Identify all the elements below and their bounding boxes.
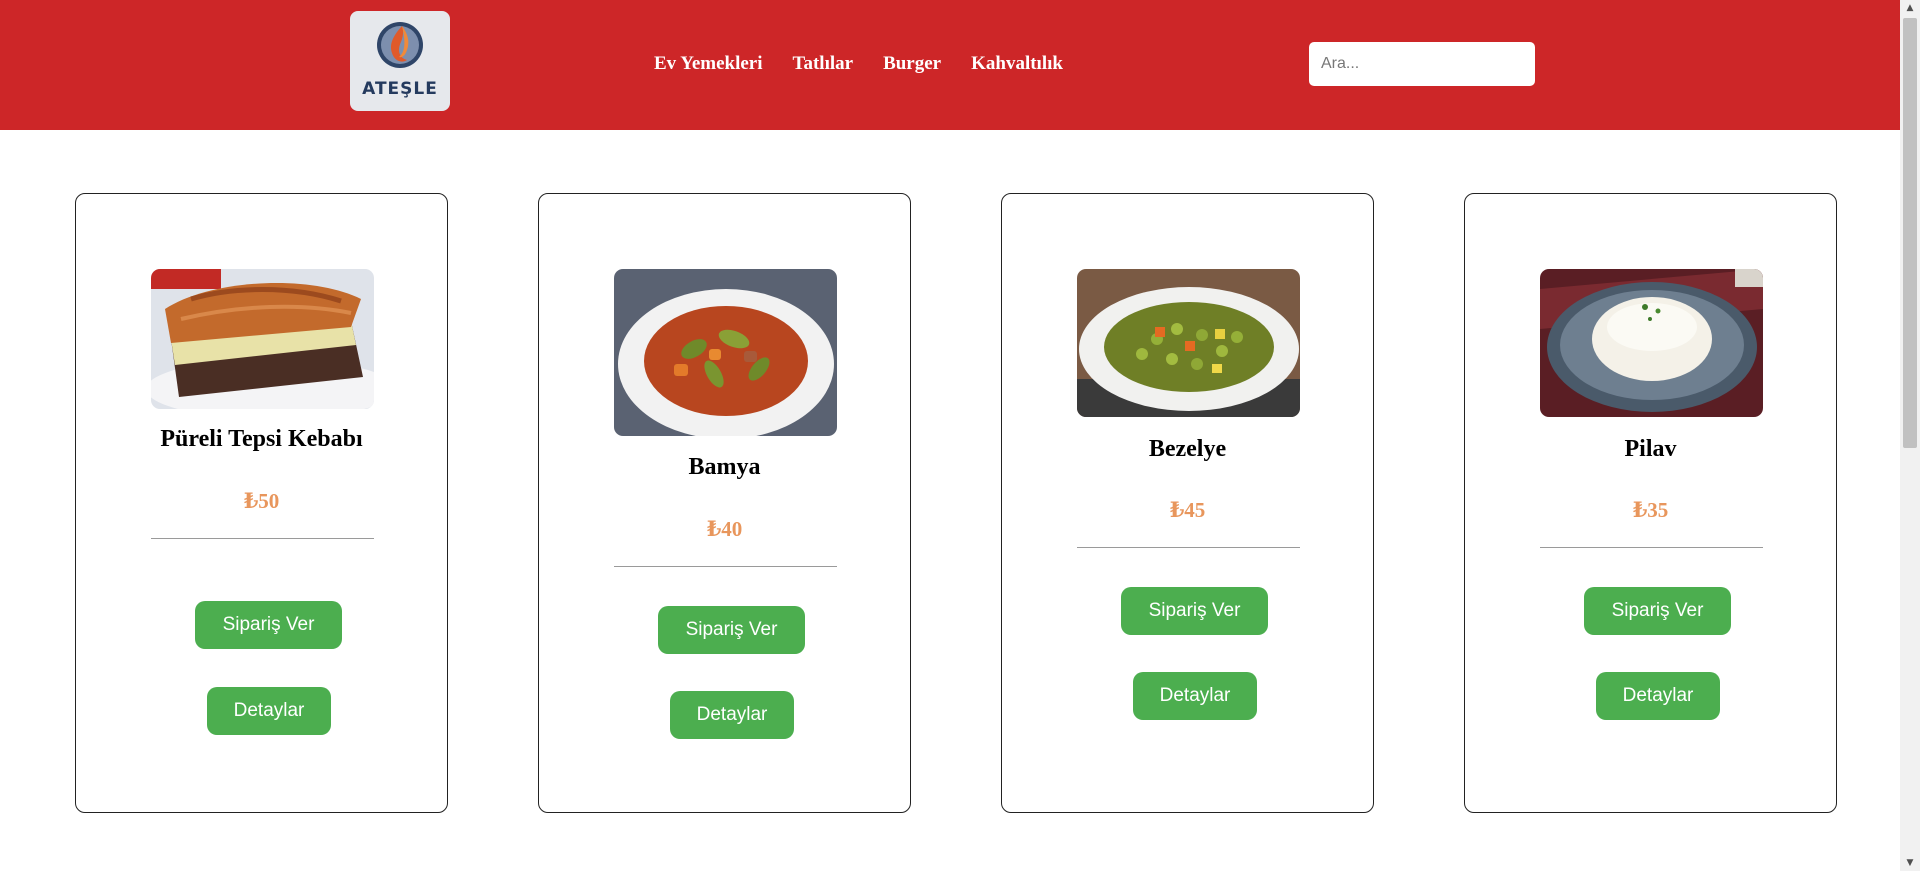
divider (614, 566, 837, 567)
product-image[interactable] (614, 269, 837, 436)
product-name: Bamya (688, 454, 761, 480)
order-button[interactable]: Sipariş Ver (1584, 587, 1731, 635)
scrollbar-thumb[interactable] (1903, 18, 1917, 448)
order-button[interactable]: Sipariş Ver (1121, 587, 1268, 635)
details-button[interactable]: Detaylar (1596, 672, 1720, 720)
order-button[interactable]: Sipariş Ver (195, 601, 342, 649)
product-name: Bezelye (1148, 436, 1227, 462)
page: ATEŞLE Ev Yemekleri Tatlılar Burger Kahv… (0, 0, 1900, 871)
main-nav: Ev Yemekleri Tatlılar Burger Kahvaltılık (654, 52, 1063, 76)
brand-name: ATEŞLE (362, 79, 438, 99)
pilav-photo (1540, 269, 1763, 417)
product-name: Pilav (1624, 436, 1677, 462)
nav-item-ev-yemekleri[interactable]: Ev Yemekleri (654, 52, 763, 76)
vertical-scrollbar[interactable]: ▲ ▼ (1900, 0, 1920, 871)
nav-item-tatlilar[interactable]: Tatlılar (793, 52, 854, 76)
divider (1077, 547, 1300, 548)
product-image[interactable] (1540, 269, 1763, 417)
flame-logo-icon (377, 22, 423, 68)
scroll-down-arrow-icon[interactable]: ▼ (1900, 855, 1920, 871)
product-card: Püreli Tepsi Kebabı ₺50 Sipariş Ver Deta… (75, 193, 448, 813)
pureli-tepsi-kebabi-photo (151, 269, 374, 409)
site-header: ATEŞLE Ev Yemekleri Tatlılar Burger Kahv… (0, 0, 1900, 130)
product-price: ₺45 (1169, 498, 1206, 522)
product-image[interactable] (151, 269, 374, 409)
product-price: ₺40 (706, 517, 743, 541)
product-card: Pilav ₺35 Sipariş Ver Detaylar (1464, 193, 1837, 813)
bezelye-photo (1077, 269, 1300, 417)
details-button[interactable]: Detaylar (670, 691, 794, 739)
product-price: ₺35 (1632, 498, 1669, 522)
product-name: Püreli Tepsi Kebabı (160, 426, 363, 452)
nav-item-burger[interactable]: Burger (883, 52, 941, 76)
search-input[interactable] (1309, 42, 1535, 86)
divider (1540, 547, 1763, 548)
bamya-photo (614, 269, 837, 436)
product-card: Bezelye ₺45 Sipariş Ver Detaylar (1001, 193, 1374, 813)
product-card: Bamya ₺40 Sipariş Ver Detaylar (538, 193, 911, 813)
product-price: ₺50 (243, 489, 280, 513)
divider (151, 538, 374, 539)
product-image[interactable] (1077, 269, 1300, 417)
details-button[interactable]: Detaylar (1133, 672, 1257, 720)
brand-logo[interactable]: ATEŞLE (350, 11, 450, 111)
order-button[interactable]: Sipariş Ver (658, 606, 805, 654)
details-button[interactable]: Detaylar (207, 687, 331, 735)
scroll-up-arrow-icon[interactable]: ▲ (1900, 0, 1920, 16)
nav-item-kahvaltilik[interactable]: Kahvaltılık (971, 52, 1063, 76)
